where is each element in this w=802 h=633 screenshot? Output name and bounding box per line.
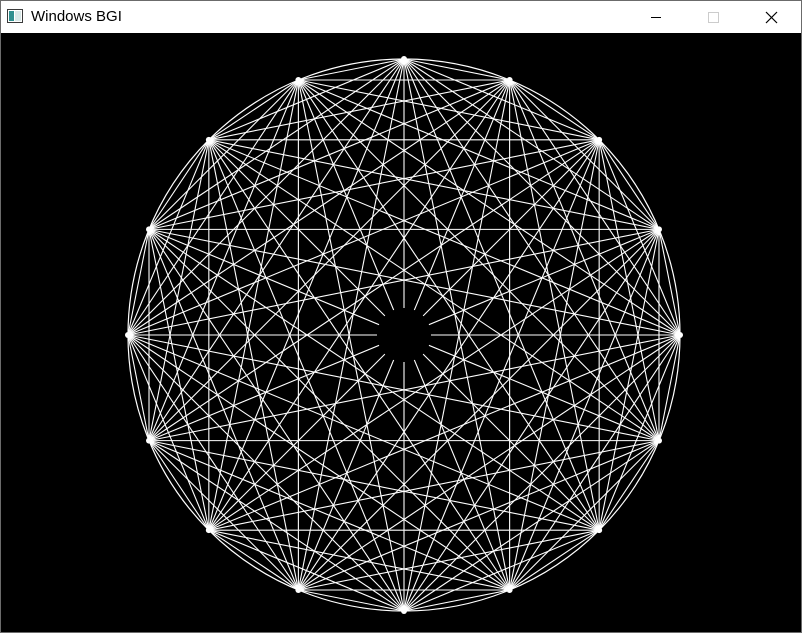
vertex-point xyxy=(295,77,302,84)
vertex-point xyxy=(146,437,153,444)
minimize-button[interactable] xyxy=(627,1,685,33)
drawing-canvas[interactable] xyxy=(1,33,801,632)
vertex-point xyxy=(205,136,212,143)
vertex-point xyxy=(677,332,683,338)
circle-chord-figure xyxy=(125,56,683,614)
title-bar[interactable]: Windows BGI xyxy=(1,1,801,33)
vertex-point xyxy=(596,527,603,534)
vertex-point xyxy=(506,586,513,593)
center-hole xyxy=(377,308,431,362)
vertex-point xyxy=(205,527,212,534)
window-title: Windows BGI xyxy=(31,8,122,25)
vertex-point xyxy=(401,56,407,62)
app-icon xyxy=(7,9,23,23)
vertex-point xyxy=(125,332,131,338)
vertex-point xyxy=(506,77,513,84)
maximize-icon xyxy=(708,12,719,23)
app-window: Windows BGI xyxy=(0,0,802,633)
close-button[interactable] xyxy=(743,1,801,33)
vertex-point xyxy=(146,226,153,233)
vertex-point xyxy=(655,226,662,233)
vertex-point xyxy=(596,136,603,143)
vertex-point xyxy=(655,437,662,444)
vertex-point xyxy=(401,608,407,614)
maximize-button[interactable] xyxy=(685,1,743,33)
minimize-icon xyxy=(651,17,661,18)
vertex-point xyxy=(295,586,302,593)
close-icon xyxy=(765,11,778,24)
